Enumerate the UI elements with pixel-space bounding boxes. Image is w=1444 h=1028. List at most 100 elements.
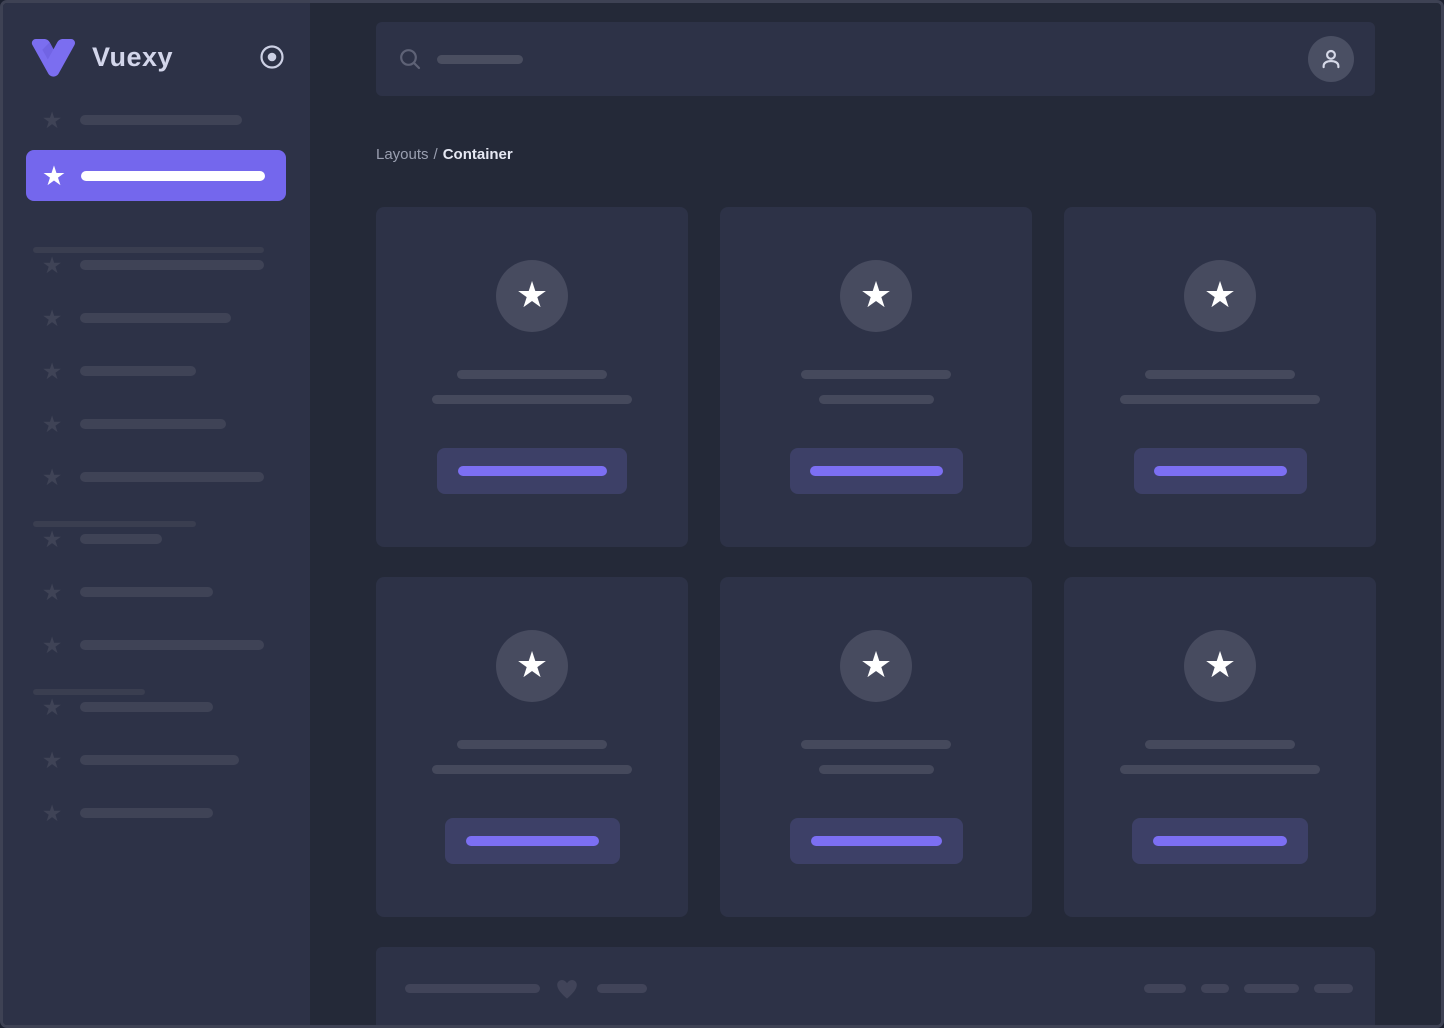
sidebar-section: ★ ★ ★ ★ ★ xyxy=(3,247,310,489)
breadcrumb-current: Container xyxy=(442,146,513,163)
sidebar-item-label-placeholder xyxy=(80,313,231,323)
app-window: Vuexy ★ ★ ★ ★ ★ ★ ★ ★ ★ ★ ★ ★ ★ Layouts … xyxy=(0,0,1444,1028)
card-avatar-circle: ★ xyxy=(1184,260,1256,332)
star-icon: ★ xyxy=(41,411,63,437)
brand-name: Vuexy xyxy=(92,41,174,72)
placeholder-card: ★ xyxy=(1064,207,1376,547)
search-icon xyxy=(399,48,421,70)
card-title-placeholder xyxy=(457,740,607,749)
star-icon: ★ xyxy=(859,273,893,315)
cards-grid: ★ ★ ★ ★ ★ ★ xyxy=(376,207,1376,917)
sidebar-item-label-placeholder xyxy=(80,419,226,429)
placeholder-card: ★ xyxy=(720,207,1032,547)
sidebar-item[interactable]: ★ xyxy=(3,359,310,383)
breadcrumb-parent[interactable]: Layouts xyxy=(376,146,429,163)
main-content: Layouts / Container ★ ★ ★ ★ ★ ★ xyxy=(310,3,1441,1025)
card-title-placeholder xyxy=(801,740,951,749)
card-action-button[interactable] xyxy=(789,818,963,864)
card-action-button[interactable] xyxy=(444,818,620,864)
star-icon: ★ xyxy=(41,579,63,605)
footer-links xyxy=(1144,983,1353,993)
footer-left xyxy=(405,977,647,1000)
sidebar-item[interactable]: ★ xyxy=(3,695,310,719)
star-icon: ★ xyxy=(859,643,893,685)
sidebar-nav: ★ ★ ★ ★ ★ ★ ★ ★ ★ ★ ★ xyxy=(3,247,310,825)
card-title-placeholder xyxy=(1145,370,1295,379)
placeholder-card: ★ xyxy=(376,207,688,547)
placeholder-card: ★ xyxy=(376,577,688,917)
placeholder-card: ★ xyxy=(720,577,1032,917)
search-input[interactable] xyxy=(376,22,1375,96)
footer-text-placeholder xyxy=(405,983,540,993)
search-placeholder xyxy=(437,54,523,64)
card-action-button[interactable] xyxy=(1133,448,1307,494)
star-icon: ★ xyxy=(515,273,549,315)
breadcrumb-separator: / xyxy=(433,146,438,163)
card-avatar-circle: ★ xyxy=(496,630,568,702)
sidebar-item-label-placeholder xyxy=(80,640,264,650)
sidebar-item-label-placeholder xyxy=(81,170,265,181)
card-avatar-circle: ★ xyxy=(496,260,568,332)
star-icon: ★ xyxy=(41,800,63,826)
brand[interactable]: Vuexy xyxy=(3,35,310,79)
sidebar-item[interactable]: ★ xyxy=(3,465,310,489)
avatar[interactable] xyxy=(1308,36,1354,82)
card-subtitle-placeholder xyxy=(818,395,934,404)
button-label-placeholder xyxy=(809,466,943,476)
button-label-placeholder xyxy=(810,836,942,846)
star-icon: ★ xyxy=(515,643,549,685)
vuexy-logo-icon xyxy=(30,37,77,78)
footer-link-placeholder xyxy=(1314,983,1353,993)
card-action-button[interactable] xyxy=(789,448,963,494)
sidebar-section: ★ ★ ★ xyxy=(3,521,310,657)
sidebar-item[interactable]: ★ xyxy=(3,253,310,277)
card-subtitle-placeholder xyxy=(1120,395,1320,404)
star-icon: ★ xyxy=(41,464,63,490)
footer-link-placeholder xyxy=(1144,983,1186,993)
footer-text-placeholder xyxy=(597,983,647,993)
card-action-button[interactable] xyxy=(1132,818,1308,864)
sidebar-item-label-placeholder xyxy=(80,115,242,125)
sidebar-item-label-placeholder xyxy=(80,472,264,482)
radio-dot-icon[interactable] xyxy=(259,44,285,70)
star-icon: ★ xyxy=(1203,273,1237,315)
card-subtitle-placeholder xyxy=(818,765,934,774)
star-icon: ★ xyxy=(41,252,63,278)
sidebar-section: ★ ★ ★ xyxy=(3,689,310,825)
card-action-button[interactable] xyxy=(437,448,627,494)
sidebar: Vuexy ★ ★ ★ ★ ★ ★ ★ ★ ★ ★ ★ ★ ★ xyxy=(3,3,310,1025)
button-label-placeholder xyxy=(465,836,599,846)
sidebar-item[interactable]: ★ xyxy=(3,748,310,772)
footer-link-placeholder xyxy=(1244,983,1299,993)
card-subtitle-placeholder xyxy=(432,765,632,774)
card-avatar-circle: ★ xyxy=(840,260,912,332)
star-icon: ★ xyxy=(41,107,63,133)
sidebar-item[interactable]: ★ xyxy=(3,633,310,657)
card-title-placeholder xyxy=(457,370,607,379)
sidebar-item[interactable]: ★ xyxy=(3,108,310,132)
sidebar-item[interactable]: ★ xyxy=(3,306,310,330)
heart-icon xyxy=(555,977,579,1000)
footer xyxy=(376,947,1375,1025)
sidebar-item-label-placeholder xyxy=(80,366,196,376)
card-title-placeholder xyxy=(801,370,951,379)
button-label-placeholder xyxy=(457,466,607,476)
button-label-placeholder xyxy=(1153,466,1287,476)
sidebar-item[interactable]: ★ xyxy=(3,527,310,551)
sidebar-item[interactable]: ★ xyxy=(3,580,310,604)
star-icon: ★ xyxy=(41,305,63,331)
sidebar-item[interactable]: ★ xyxy=(3,801,310,825)
card-subtitle-placeholder xyxy=(1120,765,1320,774)
footer-link-placeholder xyxy=(1201,983,1229,993)
sidebar-item-label-placeholder xyxy=(80,534,162,544)
sidebar-item[interactable]: ★ xyxy=(3,412,310,436)
sidebar-item-active[interactable]: ★ xyxy=(26,150,286,201)
card-title-placeholder xyxy=(1145,740,1295,749)
star-icon: ★ xyxy=(41,747,63,773)
star-icon: ★ xyxy=(41,632,63,658)
card-avatar-circle: ★ xyxy=(840,630,912,702)
star-icon: ★ xyxy=(41,694,63,720)
sidebar-item-label-placeholder xyxy=(80,587,213,597)
star-icon: ★ xyxy=(1203,643,1237,685)
sidebar-item-label-placeholder xyxy=(80,260,264,270)
